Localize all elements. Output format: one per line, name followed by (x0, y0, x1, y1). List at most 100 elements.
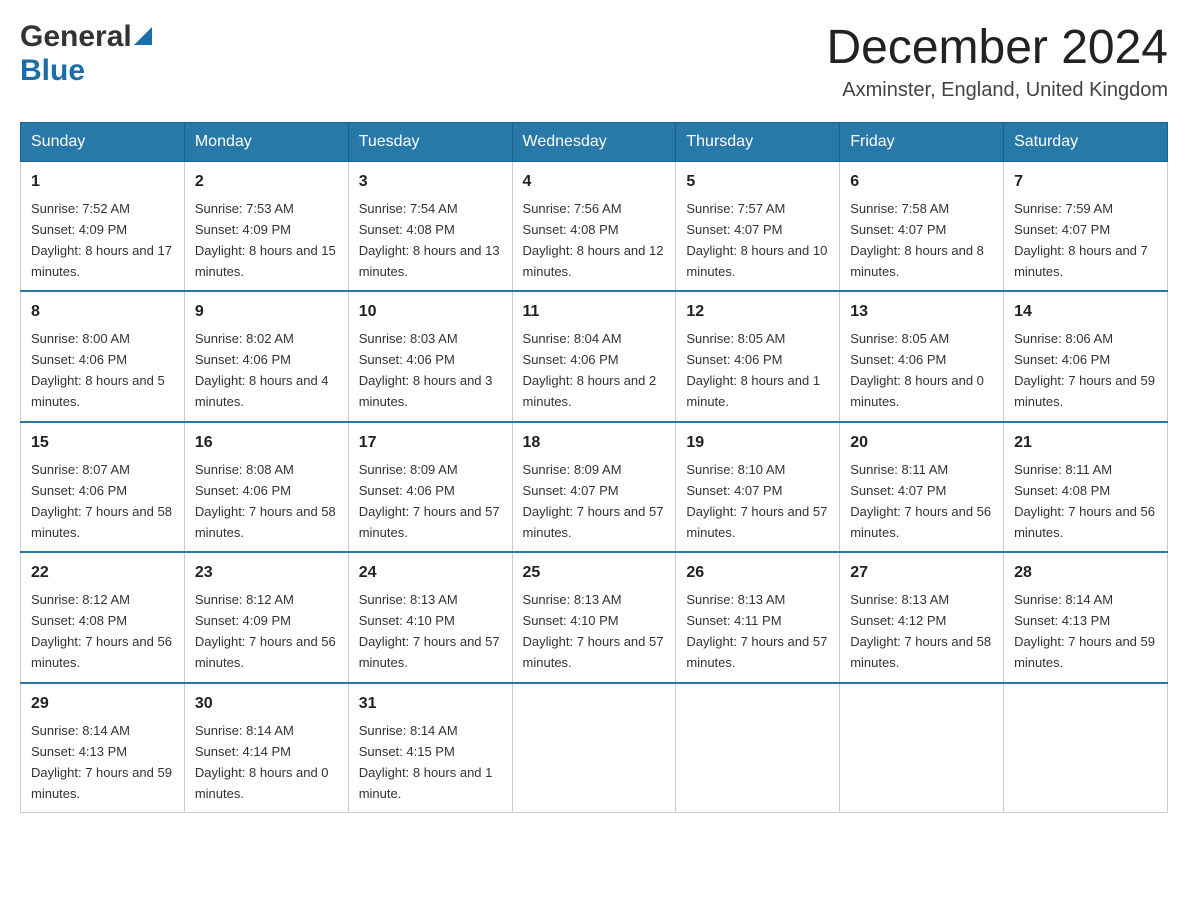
day-info: Sunrise: 8:10 AMSunset: 4:07 PMDaylight:… (686, 462, 827, 540)
day-number: 9 (195, 300, 338, 325)
table-row: 31 Sunrise: 8:14 AMSunset: 4:15 PMDaylig… (348, 683, 512, 813)
day-number: 14 (1014, 300, 1157, 325)
day-info: Sunrise: 8:04 AMSunset: 4:06 PMDaylight:… (523, 331, 657, 409)
day-info: Sunrise: 8:12 AMSunset: 4:09 PMDaylight:… (195, 592, 336, 670)
table-row: 21 Sunrise: 8:11 AMSunset: 4:08 PMDaylig… (1004, 422, 1168, 552)
table-row: 7 Sunrise: 7:59 AMSunset: 4:07 PMDayligh… (1004, 162, 1168, 292)
day-number: 2 (195, 170, 338, 195)
day-number: 10 (359, 300, 502, 325)
col-monday: Monday (184, 123, 348, 162)
day-number: 25 (523, 561, 666, 586)
day-number: 1 (31, 170, 174, 195)
day-info: Sunrise: 8:06 AMSunset: 4:06 PMDaylight:… (1014, 331, 1155, 409)
table-row: 14 Sunrise: 8:06 AMSunset: 4:06 PMDaylig… (1004, 291, 1168, 421)
day-info: Sunrise: 8:09 AMSunset: 4:06 PMDaylight:… (359, 462, 500, 540)
table-row: 28 Sunrise: 8:14 AMSunset: 4:13 PMDaylig… (1004, 552, 1168, 682)
day-info: Sunrise: 8:13 AMSunset: 4:10 PMDaylight:… (523, 592, 664, 670)
calendar-week-1: 1 Sunrise: 7:52 AMSunset: 4:09 PMDayligh… (21, 162, 1168, 292)
day-number: 26 (686, 561, 829, 586)
day-info: Sunrise: 7:53 AMSunset: 4:09 PMDaylight:… (195, 201, 336, 279)
day-number: 17 (359, 431, 502, 456)
logo-general-text: General (20, 20, 132, 54)
col-sunday: Sunday (21, 123, 185, 162)
day-info: Sunrise: 8:13 AMSunset: 4:10 PMDaylight:… (359, 592, 500, 670)
logo-triangle-icon (134, 27, 152, 45)
day-number: 11 (523, 300, 666, 325)
col-friday: Friday (840, 123, 1004, 162)
day-info: Sunrise: 8:09 AMSunset: 4:07 PMDaylight:… (523, 462, 664, 540)
day-number: 16 (195, 431, 338, 456)
day-number: 8 (31, 300, 174, 325)
day-number: 28 (1014, 561, 1157, 586)
day-info: Sunrise: 8:13 AMSunset: 4:11 PMDaylight:… (686, 592, 827, 670)
day-info: Sunrise: 7:52 AMSunset: 4:09 PMDaylight:… (31, 201, 172, 279)
logo: General Blue (20, 20, 152, 88)
table-row: 9 Sunrise: 8:02 AMSunset: 4:06 PMDayligh… (184, 291, 348, 421)
table-row: 23 Sunrise: 8:12 AMSunset: 4:09 PMDaylig… (184, 552, 348, 682)
day-number: 29 (31, 692, 174, 717)
day-info: Sunrise: 8:14 AMSunset: 4:15 PMDaylight:… (359, 723, 493, 801)
day-number: 21 (1014, 431, 1157, 456)
title-section: December 2024 Axminster, England, United… (826, 20, 1168, 102)
calendar-header-row: Sunday Monday Tuesday Wednesday Thursday… (21, 123, 1168, 162)
location-subtitle: Axminster, England, United Kingdom (826, 79, 1168, 102)
day-number: 13 (850, 300, 993, 325)
table-row: 25 Sunrise: 8:13 AMSunset: 4:10 PMDaylig… (512, 552, 676, 682)
day-number: 31 (359, 692, 502, 717)
table-row: 13 Sunrise: 8:05 AMSunset: 4:06 PMDaylig… (840, 291, 1004, 421)
table-row: 8 Sunrise: 8:00 AMSunset: 4:06 PMDayligh… (21, 291, 185, 421)
day-info: Sunrise: 8:11 AMSunset: 4:08 PMDaylight:… (1014, 462, 1155, 540)
day-info: Sunrise: 8:05 AMSunset: 4:06 PMDaylight:… (686, 331, 820, 409)
day-info: Sunrise: 7:58 AMSunset: 4:07 PMDaylight:… (850, 201, 984, 279)
calendar-week-2: 8 Sunrise: 8:00 AMSunset: 4:06 PMDayligh… (21, 291, 1168, 421)
calendar-table: Sunday Monday Tuesday Wednesday Thursday… (20, 122, 1168, 813)
table-row: 4 Sunrise: 7:56 AMSunset: 4:08 PMDayligh… (512, 162, 676, 292)
day-info: Sunrise: 7:56 AMSunset: 4:08 PMDaylight:… (523, 201, 664, 279)
day-number: 15 (31, 431, 174, 456)
table-row: 24 Sunrise: 8:13 AMSunset: 4:10 PMDaylig… (348, 552, 512, 682)
day-number: 20 (850, 431, 993, 456)
day-info: Sunrise: 7:57 AMSunset: 4:07 PMDaylight:… (686, 201, 827, 279)
day-number: 6 (850, 170, 993, 195)
day-number: 5 (686, 170, 829, 195)
day-info: Sunrise: 8:05 AMSunset: 4:06 PMDaylight:… (850, 331, 984, 409)
day-info: Sunrise: 8:14 AMSunset: 4:13 PMDaylight:… (1014, 592, 1155, 670)
calendar-week-4: 22 Sunrise: 8:12 AMSunset: 4:08 PMDaylig… (21, 552, 1168, 682)
day-info: Sunrise: 8:12 AMSunset: 4:08 PMDaylight:… (31, 592, 172, 670)
day-number: 4 (523, 170, 666, 195)
table-row: 16 Sunrise: 8:08 AMSunset: 4:06 PMDaylig… (184, 422, 348, 552)
col-tuesday: Tuesday (348, 123, 512, 162)
day-number: 22 (31, 561, 174, 586)
col-thursday: Thursday (676, 123, 840, 162)
table-row: 22 Sunrise: 8:12 AMSunset: 4:08 PMDaylig… (21, 552, 185, 682)
table-row: 20 Sunrise: 8:11 AMSunset: 4:07 PMDaylig… (840, 422, 1004, 552)
table-row: 26 Sunrise: 8:13 AMSunset: 4:11 PMDaylig… (676, 552, 840, 682)
calendar-week-3: 15 Sunrise: 8:07 AMSunset: 4:06 PMDaylig… (21, 422, 1168, 552)
table-row: 5 Sunrise: 7:57 AMSunset: 4:07 PMDayligh… (676, 162, 840, 292)
day-number: 18 (523, 431, 666, 456)
table-row: 30 Sunrise: 8:14 AMSunset: 4:14 PMDaylig… (184, 683, 348, 813)
table-row: 11 Sunrise: 8:04 AMSunset: 4:06 PMDaylig… (512, 291, 676, 421)
col-saturday: Saturday (1004, 123, 1168, 162)
table-row: 3 Sunrise: 7:54 AMSunset: 4:08 PMDayligh… (348, 162, 512, 292)
table-row: 2 Sunrise: 7:53 AMSunset: 4:09 PMDayligh… (184, 162, 348, 292)
day-number: 7 (1014, 170, 1157, 195)
table-row: 17 Sunrise: 8:09 AMSunset: 4:06 PMDaylig… (348, 422, 512, 552)
table-row (676, 683, 840, 813)
table-row: 18 Sunrise: 8:09 AMSunset: 4:07 PMDaylig… (512, 422, 676, 552)
table-row: 10 Sunrise: 8:03 AMSunset: 4:06 PMDaylig… (348, 291, 512, 421)
day-info: Sunrise: 8:08 AMSunset: 4:06 PMDaylight:… (195, 462, 336, 540)
day-number: 24 (359, 561, 502, 586)
table-row (512, 683, 676, 813)
table-row (840, 683, 1004, 813)
day-info: Sunrise: 8:07 AMSunset: 4:06 PMDaylight:… (31, 462, 172, 540)
table-row: 1 Sunrise: 7:52 AMSunset: 4:09 PMDayligh… (21, 162, 185, 292)
table-row: 27 Sunrise: 8:13 AMSunset: 4:12 PMDaylig… (840, 552, 1004, 682)
col-wednesday: Wednesday (512, 123, 676, 162)
day-info: Sunrise: 8:03 AMSunset: 4:06 PMDaylight:… (359, 331, 493, 409)
day-info: Sunrise: 7:54 AMSunset: 4:08 PMDaylight:… (359, 201, 500, 279)
day-info: Sunrise: 8:02 AMSunset: 4:06 PMDaylight:… (195, 331, 329, 409)
table-row: 19 Sunrise: 8:10 AMSunset: 4:07 PMDaylig… (676, 422, 840, 552)
day-info: Sunrise: 7:59 AMSunset: 4:07 PMDaylight:… (1014, 201, 1148, 279)
table-row: 29 Sunrise: 8:14 AMSunset: 4:13 PMDaylig… (21, 683, 185, 813)
